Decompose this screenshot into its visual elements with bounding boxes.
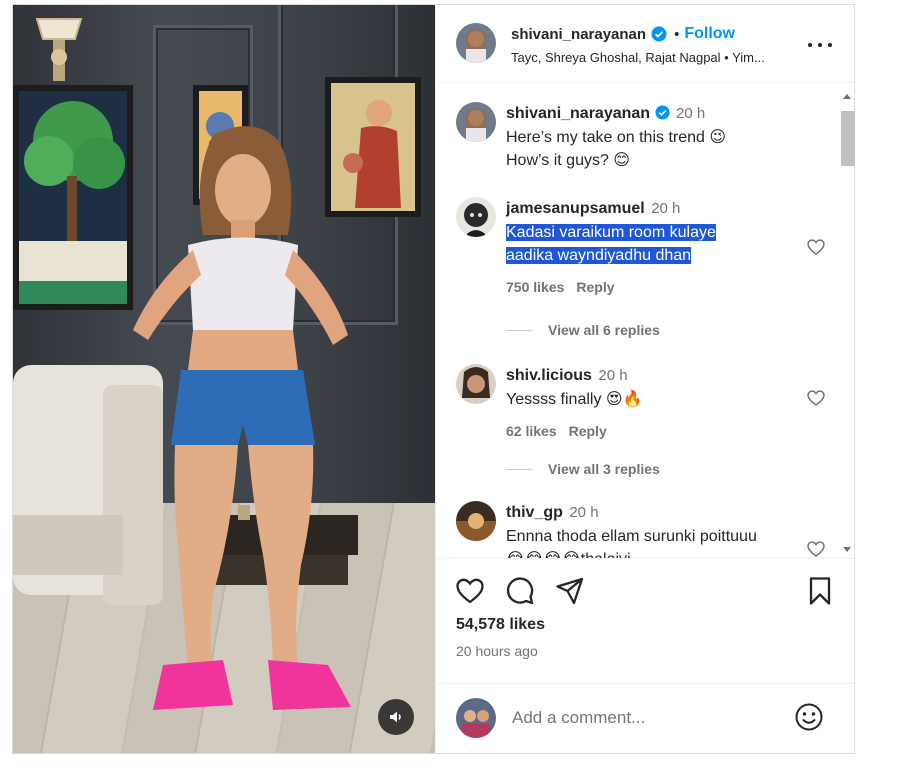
comment-text-line1: Ennna thoda ellam surunki poittuuu	[506, 528, 757, 545]
reply-button[interactable]: Reply	[576, 279, 614, 295]
comment-header: thiv_gp 20 h	[506, 501, 806, 525]
comment-body: jamesanupsamuel 20 h Kadasi varaikum roo…	[506, 197, 806, 295]
view-replies-label[interactable]: View all 6 replies	[548, 322, 660, 338]
author-username[interactable]: shivani_narayanan	[511, 26, 646, 43]
scrollbar-thumb[interactable]	[841, 111, 855, 166]
caption-time[interactable]: 20 h	[676, 105, 705, 122]
separator-dot: •	[674, 25, 680, 43]
view-replies-button[interactable]: View all 3 replies	[506, 461, 660, 477]
wall-lamp	[31, 13, 87, 83]
comment-time[interactable]: 20 h	[569, 504, 598, 521]
comment-item: shiv.licious 20 h Yessss finally 😍🔥 62 l…	[456, 364, 826, 439]
commenter-avatar[interactable]	[456, 364, 496, 404]
comment-text-line1: Kadasi varaikum room kulaye	[506, 224, 716, 241]
verified-badge-icon	[651, 26, 667, 42]
comment-text-line2: 😂😂😂😂thalaivi	[506, 548, 806, 558]
author-avatar[interactable]	[456, 102, 496, 142]
dancer	[93, 125, 393, 725]
add-comment-bar	[436, 683, 856, 753]
commenter-avatar[interactable]	[456, 197, 496, 237]
post-side-panel: shivani_narayanan • Follow Tayc, Shreya …	[435, 5, 856, 753]
comment-header: shiv.licious 20 h	[506, 364, 806, 388]
comment-text: Yessss finally 😍🔥	[506, 391, 643, 408]
speaker-icon	[390, 711, 401, 723]
bookmark-icon[interactable]	[804, 575, 836, 607]
follow-button[interactable]: Follow	[684, 25, 735, 43]
comment-time[interactable]: 20 h	[598, 367, 627, 384]
comment-body: thiv_gp 20 h Ennna thoda ellam surunki p…	[506, 501, 806, 558]
audio-attribution[interactable]: Tayc, Shreya Ghoshal, Rajat Nagpal • Yim…	[511, 50, 801, 65]
post-caption: shivani_narayanan 20 h Here’s my take on…	[456, 102, 826, 182]
instagram-post: shivani_narayanan • Follow Tayc, Shreya …	[12, 4, 856, 754]
comment-username[interactable]: thiv_gp	[506, 504, 563, 521]
comment-meta: 62 likes Reply	[506, 423, 806, 439]
heart-icon[interactable]	[454, 575, 486, 607]
comments-scrollbar[interactable]	[839, 90, 855, 552]
caption-username[interactable]: shivani_narayanan	[506, 105, 650, 122]
comment-input[interactable]	[512, 708, 782, 728]
heart-icon[interactable]	[806, 237, 826, 257]
heart-icon[interactable]	[806, 539, 826, 558]
post-video[interactable]	[13, 5, 435, 753]
emoji-icon[interactable]	[794, 702, 824, 732]
comment-meta: 750 likes Reply	[506, 279, 806, 295]
verified-badge-icon	[655, 105, 670, 120]
comment-likes[interactable]: 62 likes	[506, 423, 557, 439]
mute-button[interactable]	[378, 699, 414, 735]
commenter-avatar[interactable]	[456, 501, 496, 541]
comment-item: jamesanupsamuel 20 h Kadasi varaikum roo…	[456, 197, 826, 297]
header-user-line: shivani_narayanan • Follow	[511, 25, 735, 43]
comment-username[interactable]: jamesanupsamuel	[506, 200, 645, 217]
comment-likes[interactable]: 750 likes	[506, 279, 564, 295]
more-options-icon[interactable]	[808, 35, 832, 55]
view-replies-label[interactable]: View all 3 replies	[548, 461, 660, 477]
caption-body: shivani_narayanan 20 h Here’s my take on…	[506, 102, 806, 172]
comment-body: shiv.licious 20 h Yessss finally 😍🔥 62 l…	[506, 364, 806, 439]
comment-time[interactable]: 20 h	[651, 200, 680, 217]
caption-header: shivani_narayanan 20 h	[506, 102, 806, 126]
replies-divider	[506, 329, 532, 331]
comment-text-line2: aadika wayndiyadhu dhan	[506, 247, 692, 264]
comment-item: thiv_gp 20 h Ennna thoda ellam surunki p…	[456, 501, 826, 558]
replies-divider	[506, 468, 532, 470]
post-timestamp[interactable]: 20 hours ago	[456, 643, 538, 659]
heart-icon[interactable]	[806, 388, 826, 408]
comment-username[interactable]: shiv.licious	[506, 367, 592, 384]
caption-text-line2: How’s it guys? 😊	[506, 152, 630, 169]
likes-count[interactable]: 54,578 likes	[456, 616, 545, 634]
comments-list[interactable]: shivani_narayanan 20 h Here’s my take on…	[436, 84, 856, 558]
post-header: shivani_narayanan • Follow Tayc, Shreya …	[436, 5, 856, 83]
author-avatar[interactable]	[456, 23, 496, 63]
scroll-down-arrow-icon[interactable]	[843, 547, 851, 552]
comment-header: jamesanupsamuel 20 h	[506, 197, 806, 221]
caption-text-line1: Here’s my take on this trend 😉	[506, 129, 727, 146]
view-replies-button[interactable]: View all 6 replies	[506, 322, 660, 338]
scroll-up-arrow-icon[interactable]	[843, 94, 851, 99]
viewer-avatar	[456, 698, 496, 738]
share-icon[interactable]	[554, 575, 586, 607]
comment-icon[interactable]	[504, 575, 536, 607]
reply-button[interactable]: Reply	[569, 423, 607, 439]
